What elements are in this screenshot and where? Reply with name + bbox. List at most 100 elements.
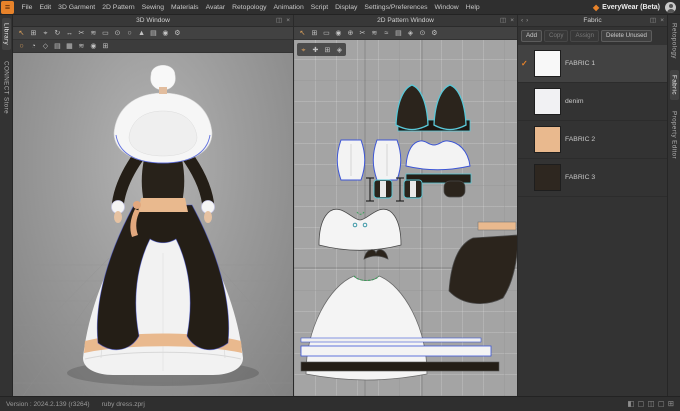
pattern-piece-strip-dark[interactable] (300, 361, 500, 372)
pattern-piece-sleeve-cap-left[interactable] (395, 84, 429, 131)
garment-3d[interactable] (83, 65, 243, 375)
pattern-piece-yoke[interactable] (405, 140, 471, 171)
quick-tool-icon-texture-view[interactable]: ◈ (334, 44, 345, 55)
left-rail-tab-connect-store[interactable]: CONNECT Store (2, 56, 11, 119)
pattern-piece-tab-left[interactable] (373, 179, 393, 199)
tool-icon-rotate-tool[interactable]: ↻ (52, 28, 63, 39)
menu-item[interactable]: Edit (36, 0, 55, 15)
quick-tool-icon-grid-toggle[interactable]: ⊞ (322, 44, 333, 55)
layout-icon-layout-3d[interactable]: ▢ (637, 400, 644, 408)
fabric-button-add[interactable]: Add (521, 30, 543, 42)
fabric-row-denim[interactable]: ✓ denim (518, 83, 667, 121)
menu-item[interactable]: Display (332, 0, 361, 15)
pattern-piece-strip-thin[interactable] (300, 337, 482, 343)
panel-icon-close[interactable]: × (509, 17, 515, 25)
toggle-icon-show-seams[interactable]: ≋ (76, 41, 87, 52)
pattern-piece-small-dark[interactable] (443, 180, 466, 198)
toggle-icon-show-shoes[interactable]: ◇ (40, 41, 51, 52)
menu-item[interactable]: Animation (270, 0, 307, 15)
toggle-icon-show-hair[interactable]: ◔ (28, 41, 39, 52)
tool-icon-sewing-tool[interactable]: ≋ (88, 28, 99, 39)
tool-icon-scissors-tool[interactable]: ✂ (76, 28, 87, 39)
tool-icon-pin-tool[interactable]: ◉ (160, 28, 171, 39)
menu-item[interactable]: Sewing (138, 0, 167, 15)
fabric-swatch[interactable] (534, 50, 561, 77)
tool-icon-box-select-tool[interactable]: ⊞ (309, 28, 320, 39)
toggle-icon-show-garment[interactable]: ▤ (52, 41, 63, 52)
panel-icon-dock[interactable]: ◫ (499, 17, 507, 25)
panel-icon-next[interactable]: › (525, 17, 529, 25)
fabric-row-fabric-2[interactable]: ✓ FABRIC 2 (518, 121, 667, 159)
fabric-button-delete-unused[interactable]: Delete Unused (601, 30, 652, 42)
tool-icon-add-point-tool[interactable]: ⊕ (345, 28, 356, 39)
tool-icon-settings[interactable]: ⚙ (429, 28, 440, 39)
tool-icon-avatar-tool[interactable]: ○ (124, 28, 135, 39)
panel-icon-dock[interactable]: ◫ (275, 17, 283, 25)
panel-icon-close[interactable]: × (659, 17, 665, 25)
right-rail-tab-property-editor[interactable]: Property Editor (670, 106, 679, 164)
tool-icon-select-tool[interactable]: ↖ (16, 28, 27, 39)
menu-item[interactable]: 2D Pattern (99, 0, 139, 15)
tool-icon-free-sewing-tool[interactable]: ≈ (381, 28, 392, 39)
panel-icon-close[interactable]: × (285, 17, 291, 25)
user-avatar[interactable] (665, 1, 676, 13)
menu-item[interactable]: Avatar (202, 0, 229, 15)
toggle-icon-show-avatar[interactable]: ○ (16, 41, 27, 52)
tool-icon-grading-tool[interactable]: ▤ (393, 28, 404, 39)
panel-icon-dock[interactable]: ◫ (649, 17, 657, 25)
tool-icon-move-gizmo-tool[interactable]: ⌖ (40, 28, 51, 39)
tool-icon-scale-tool[interactable]: ↔ (64, 28, 75, 39)
menu-item[interactable]: 3D Garment (55, 0, 99, 15)
tool-icon-box-select-tool[interactable]: ⊞ (28, 28, 39, 39)
fabric-swatch[interactable] (534, 88, 561, 115)
tool-icon-measure-tool[interactable]: ▭ (100, 28, 111, 39)
fabric-row-fabric-1[interactable]: ✓ FABRIC 1 (518, 45, 667, 83)
menu-item[interactable]: Materials (168, 0, 203, 15)
viewport-2d[interactable]: ⌖ ✚ ⊞ ◈ (294, 40, 517, 396)
layout-icon-layout-single[interactable]: ◧ (627, 400, 634, 408)
tool-icon-fabric-tool[interactable]: ▤ (148, 28, 159, 39)
menu-item[interactable]: Settings/Preferences (361, 0, 431, 15)
fabric-swatch[interactable] (534, 126, 561, 153)
quick-tool-icon-pan[interactable]: ✚ (310, 44, 321, 55)
pattern-piece-sleeve-cap-right[interactable] (433, 84, 467, 131)
app-logo-icon[interactable]: ≡ (1, 0, 14, 14)
layout-icon-layout-quad[interactable]: ⊞ (668, 400, 674, 408)
pattern-piece-strip-white[interactable] (300, 345, 492, 357)
tool-icon-sewing-tool[interactable]: ≋ (369, 28, 380, 39)
menu-item[interactable]: Retopology (229, 0, 270, 15)
tool-icon-pose-tool[interactable]: ▲ (136, 28, 147, 39)
tool-icon-scissors-tool[interactable]: ✂ (357, 28, 368, 39)
tool-icon-zoom-tool[interactable]: ⊙ (112, 28, 123, 39)
pattern-piece-bow[interactable] (363, 249, 389, 260)
tool-icon-pattern-tool[interactable]: ▭ (321, 28, 332, 39)
layout-icon-layout-2d[interactable]: ▢ (658, 400, 665, 408)
menu-item[interactable]: Window (431, 0, 462, 15)
toggle-icon-show-mesh[interactable]: ▦ (64, 41, 75, 52)
right-rail-tab-retopology[interactable]: Retopology (670, 18, 679, 64)
tool-icon-edit-point-tool[interactable]: ◉ (333, 28, 344, 39)
tool-icon-zoom-tool[interactable]: ⊙ (417, 28, 428, 39)
quick-tool-icon-snap[interactable]: ⌖ (298, 44, 309, 55)
pattern-piece-peach-band[interactable] (477, 221, 517, 231)
fabric-row-fabric-3[interactable]: ✓ FABRIC 3 (518, 159, 667, 197)
tool-icon-texture-tool[interactable]: ◈ (405, 28, 416, 39)
viewport-3d[interactable] (13, 53, 293, 396)
left-rail-tab-library[interactable]: Library (1, 18, 11, 51)
pattern-piece-bodice-front[interactable] (318, 208, 402, 251)
toggle-icon-show-grid[interactable]: ⊞ (100, 41, 111, 52)
tool-icon-select-tool[interactable]: ↖ (297, 28, 308, 39)
right-rail-tab-fabric[interactable]: Fabric (669, 69, 679, 100)
layout-icon-layout-split[interactable]: ◫ (648, 400, 655, 408)
menu-item[interactable]: Script (307, 0, 331, 15)
menu-item[interactable]: Help (462, 0, 483, 15)
panel-icon-prev[interactable]: ‹ (520, 17, 524, 25)
fabric-swatch[interactable] (534, 164, 561, 191)
pattern-piece-tab-right[interactable] (403, 179, 423, 199)
menu-item[interactable]: File (18, 0, 36, 15)
fabric-button-assign[interactable]: Assign (570, 30, 600, 42)
toggle-icon-show-pins[interactable]: ◉ (88, 41, 99, 52)
fabric-button-copy[interactable]: Copy (544, 30, 569, 42)
tool-icon-simulate-settings[interactable]: ⚙ (172, 28, 183, 39)
pattern-piece-overskirt[interactable] (448, 234, 517, 305)
